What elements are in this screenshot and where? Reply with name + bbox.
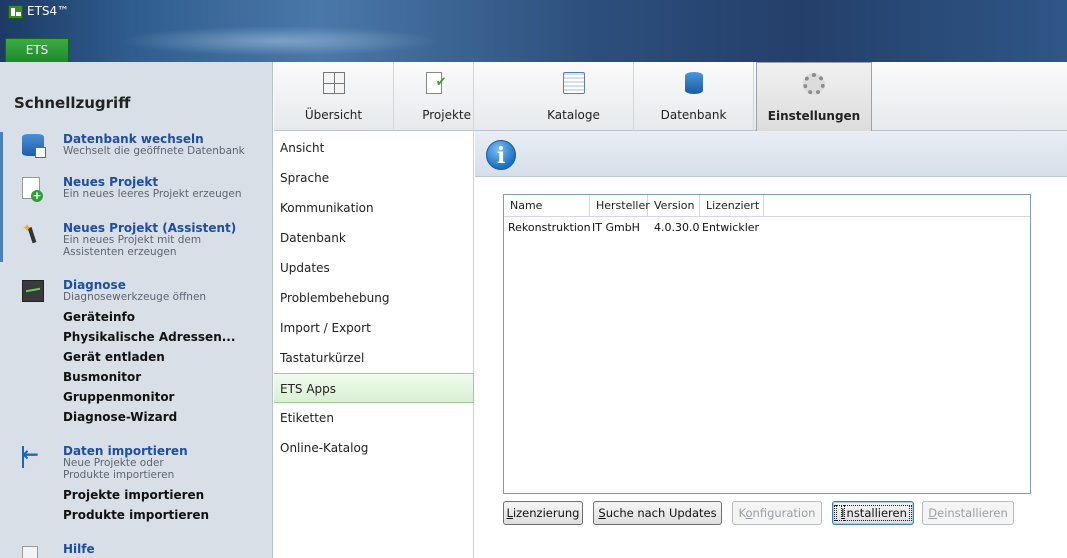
nav-item-tastaturkuerzel[interactable]: Tastaturkürzel [274, 343, 474, 373]
label-accesskey: o [745, 506, 753, 520]
table-row[interactable]: Rekonstruktion IT GmbH 4.0.30.0 Entwickl… [504, 219, 1030, 237]
licensing-button[interactable]: Lizenzierung [503, 501, 583, 525]
title-bar: ETS4™ ETS [0, 0, 1067, 62]
qa-item-description: Neue Projekte oder Produkte importieren [63, 457, 175, 481]
tab-label: Einstellungen [767, 109, 861, 123]
cell-version: 4.0.30.0 [654, 221, 700, 234]
qa-item-heading[interactable]: Datenbank wechseln [63, 132, 204, 146]
label-suffix: izenzierung [512, 506, 580, 520]
diagnostics-icon [22, 280, 44, 302]
qa-sub-device-info[interactable]: Geräteinfo [63, 310, 135, 324]
catalogs-icon [562, 72, 585, 94]
nav-item-problembehebung[interactable]: Problembehebung [274, 283, 474, 313]
database-icon [684, 72, 703, 94]
configuration-button[interactable]: Konfiguration [732, 501, 822, 525]
qa-sub-diagnose-wizard[interactable]: Diagnose-Wizard [63, 410, 177, 424]
qa-sub-physical-addresses[interactable]: Physikalische Adressen... [63, 330, 235, 344]
import-icon [22, 442, 44, 468]
info-banner: i [475, 131, 1067, 177]
help-icon [22, 546, 38, 558]
uninstall-button[interactable]: Deinstallieren [922, 501, 1014, 525]
wizard-icon [22, 221, 44, 245]
qa-help[interactable]: Hilfe [22, 542, 267, 558]
label-suffix: uche nach Updates [605, 506, 717, 520]
qa-item-description: Diagnosewerkzeuge öffnen [63, 291, 207, 303]
label-accesskey: S [598, 506, 606, 520]
panel-edge-accent [0, 132, 3, 262]
qa-new-project[interactable]: Neues Projekt Ein neues leeres Projekt e… [22, 175, 267, 205]
nav-item-import-export[interactable]: Import / Export [274, 313, 474, 343]
ets-app-icon [8, 5, 23, 19]
column-header-licensed[interactable]: Lizenziert [700, 195, 764, 217]
qa-item-heading[interactable]: Daten importieren [63, 444, 188, 458]
qa-sub-import-products[interactable]: Produkte importieren [63, 508, 209, 522]
new-project-icon [22, 177, 43, 202]
qa-import-data[interactable]: Daten importieren Neue Projekte oder Pro… [22, 442, 267, 484]
title-glow [120, 26, 440, 56]
qa-item-description: Wechselt die geöffnete Datenbank [63, 145, 245, 157]
qa-item-heading[interactable]: Neues Projekt [63, 175, 158, 189]
button-label: Suche nach Updates [598, 506, 716, 520]
label-suffix: nfiguration [752, 506, 816, 520]
button-label: Deinstallieren [928, 506, 1007, 520]
tab-label: Projekte [422, 108, 471, 122]
qa-sub-import-projects[interactable]: Projekte importieren [63, 488, 204, 502]
nav-item-kommunikation[interactable]: Kommunikation [274, 193, 474, 223]
cell-name: Rekonstruktion [508, 221, 591, 234]
tab-projects[interactable]: Projekte [394, 62, 474, 131]
qa-item-heading[interactable]: Neues Projekt (Assistent) [63, 221, 236, 235]
cell-licensed: Entwickler [702, 221, 760, 234]
column-header-manufacturer[interactable]: Hersteller [590, 195, 650, 217]
tab-database[interactable]: Datenbank [634, 62, 754, 131]
ets-apps-table[interactable]: Name Hersteller Version Lizenziert Rekon… [503, 194, 1031, 494]
label-suffix: einstallieren [937, 506, 1008, 520]
qa-sub-groupmonitor[interactable]: Gruppenmonitor [63, 390, 174, 404]
qa-item-heading[interactable]: Diagnose [63, 278, 126, 292]
column-header-version[interactable]: Version [648, 195, 700, 217]
info-icon: i [486, 140, 516, 170]
overview-icon [322, 72, 345, 94]
projects-icon [425, 72, 446, 94]
qa-item-heading[interactable]: Hilfe [63, 542, 95, 556]
tab-settings[interactable]: Einstellungen [756, 62, 872, 131]
cell-manufacturer: IT GmbH [592, 221, 640, 234]
tab-label: Kataloge [547, 108, 600, 122]
qa-new-project-wizard[interactable]: Neues Projekt (Assistent) Ein neues Proj… [22, 221, 267, 265]
qa-sub-unload-device[interactable]: Gerät entladen [63, 350, 165, 364]
database-switch-icon [22, 134, 46, 158]
button-label: Installieren [834, 505, 912, 521]
nav-item-ansicht[interactable]: Ansicht [274, 133, 474, 163]
search-updates-button[interactable]: Suche nach Updates [593, 501, 722, 525]
qa-sub-busmonitor[interactable]: Busmonitor [63, 370, 141, 384]
tab-label: Übersicht [304, 108, 363, 122]
quick-access-title: Schnellzugriff [14, 94, 131, 112]
table-header: Name Hersteller Version Lizenziert [504, 195, 1030, 217]
column-header-name[interactable]: Name [504, 195, 590, 217]
tab-label: Datenbank [660, 108, 727, 122]
qa-item-description: Ein neues Projekt mit dem Assistenten er… [63, 234, 202, 258]
settings-nav-list: Ansicht Sprache Kommunikation Datenbank … [274, 131, 474, 558]
nav-item-etiketten[interactable]: Etiketten [274, 403, 474, 433]
ets-menu-tab[interactable]: ETS [5, 38, 69, 62]
nav-item-sprache[interactable]: Sprache [274, 163, 474, 193]
settings-gear-icon [803, 73, 825, 95]
settings-ribbon: Übersicht Projekte Kataloge Datenbank Ei… [274, 62, 1067, 131]
nav-item-updates[interactable]: Updates [274, 253, 474, 283]
button-label: Konfiguration [739, 506, 816, 520]
quick-access-panel: Schnellzugriff Datenbank wechseln Wechse… [0, 62, 273, 558]
nav-item-datenbank[interactable]: Datenbank [274, 223, 474, 253]
label-accesskey: D [928, 506, 938, 520]
qa-switch-database[interactable]: Datenbank wechseln Wechselt die geöffnet… [22, 132, 267, 162]
button-label: Lizenzierung [507, 506, 580, 520]
nav-item-ets-apps[interactable]: ETS Apps [274, 373, 474, 403]
label-suffix: nstallieren [843, 505, 910, 521]
tab-catalogs[interactable]: Kataloge [514, 62, 634, 131]
qa-diagnostics[interactable]: Diagnose Diagnosewerkzeuge öffnen [22, 278, 267, 308]
qa-item-description: Ein neues leeres Projekt erzeugen [63, 188, 242, 200]
tab-overview[interactable]: Übersicht [274, 62, 394, 131]
install-button[interactable]: Installieren [832, 501, 914, 525]
window-title: ETS4™ [27, 4, 70, 18]
nav-item-online-katalog[interactable]: Online-Katalog [274, 433, 474, 463]
